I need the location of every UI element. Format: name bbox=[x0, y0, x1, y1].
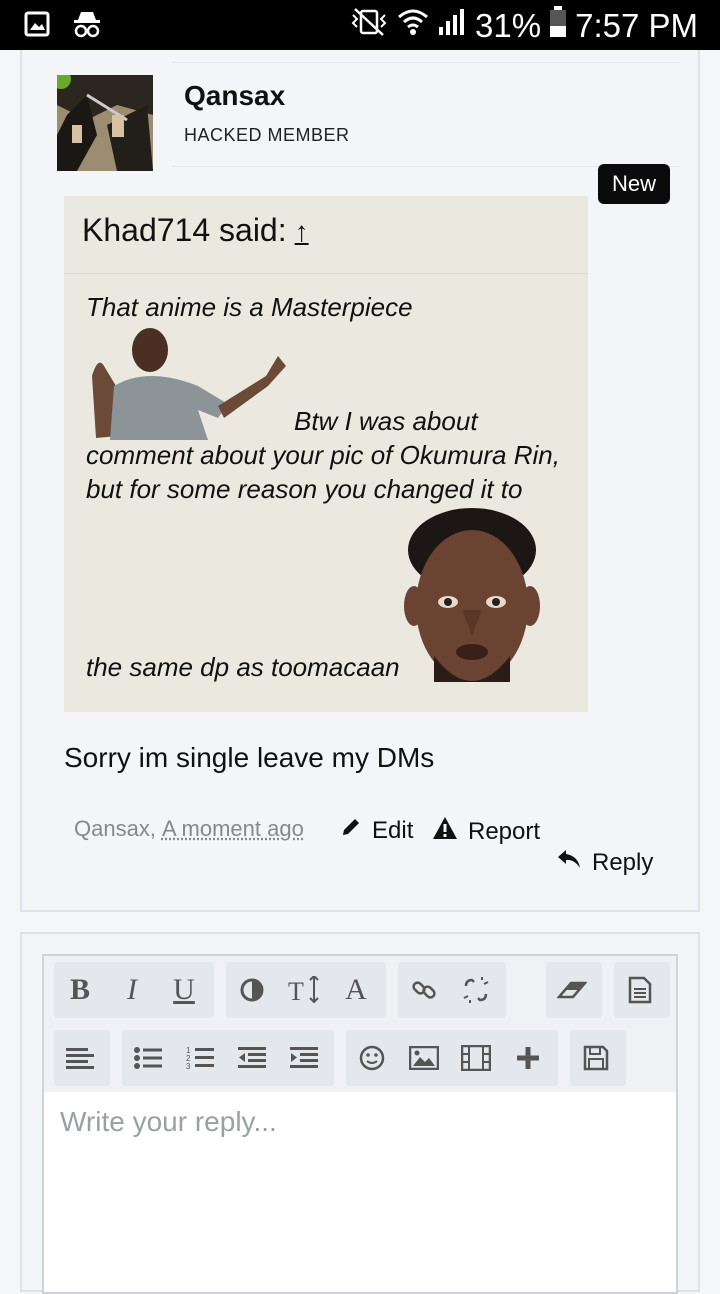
jump-to-quote-icon[interactable]: ↑ bbox=[295, 216, 309, 247]
quote-line: That anime is a Masterpiece bbox=[86, 292, 413, 322]
toolbar-group-style: T A bbox=[226, 962, 386, 1018]
incognito-icon bbox=[72, 10, 102, 42]
toolbar-group-lists: 123 bbox=[122, 1030, 334, 1086]
signal-icon bbox=[437, 7, 467, 45]
user-title: HACKED MEMBER bbox=[184, 125, 350, 145]
quote-author-label: Khad714 said: bbox=[82, 212, 287, 248]
quick-reply: B I U T A 1 2 3 Write your reply... bbox=[20, 932, 700, 1294]
report-button[interactable]: Report bbox=[432, 816, 540, 847]
editor-toolbar: B I U T A 1 2 3 bbox=[44, 956, 676, 1092]
svg-text:T: T bbox=[288, 977, 304, 1004]
forum-post: Qansax HACKED MEMBER New Khad714 said: ↑ … bbox=[20, 50, 700, 912]
document-icon[interactable] bbox=[614, 962, 666, 1018]
toolbar-group-align bbox=[54, 1030, 110, 1086]
clock: 7:57 PM bbox=[575, 7, 698, 44]
quote-block: Khad714 said: ↑ That anime is a Masterpie… bbox=[64, 196, 588, 712]
post-timestamp[interactable]: A moment ago bbox=[162, 816, 304, 842]
reply-button[interactable]: Reply bbox=[556, 848, 653, 877]
user-info: Qansax HACKED MEMBER bbox=[172, 62, 680, 167]
italic-icon[interactable]: I bbox=[106, 962, 158, 1018]
edit-label: Edit bbox=[372, 816, 414, 844]
username-link[interactable]: Qansax bbox=[184, 80, 285, 112]
bold-icon[interactable]: B bbox=[54, 962, 106, 1018]
quote-line: comment about your pic of Okumura Rin, bbox=[86, 440, 560, 470]
color-icon[interactable] bbox=[226, 962, 278, 1018]
link-icon[interactable] bbox=[398, 962, 450, 1018]
font-family-icon[interactable]: A bbox=[330, 962, 382, 1018]
post-author-link[interactable]: Qansax, bbox=[74, 816, 156, 842]
wifi-icon bbox=[397, 7, 429, 45]
quote-author[interactable]: Khad714 said: ↑ bbox=[82, 212, 309, 249]
align-left-icon[interactable] bbox=[54, 1030, 106, 1086]
toolbar-group-draft bbox=[570, 1030, 626, 1086]
mute-vibrate-icon bbox=[349, 7, 389, 45]
media-icon[interactable] bbox=[450, 1030, 502, 1086]
image-icon[interactable] bbox=[398, 1030, 450, 1086]
gallery-notification-icon bbox=[24, 11, 50, 41]
underline-icon[interactable]: U bbox=[158, 962, 210, 1018]
quote-header: Khad714 said: ↑ bbox=[64, 196, 588, 274]
reply-label: Reply bbox=[592, 848, 654, 876]
meme-image-face bbox=[404, 506, 540, 688]
plus-icon[interactable] bbox=[502, 1030, 554, 1086]
save-draft-icon[interactable] bbox=[570, 1030, 622, 1086]
toolbar-group-clear bbox=[546, 962, 602, 1018]
reply-input[interactable]: Write your reply... bbox=[60, 1106, 277, 1138]
meme-image-arms-raised bbox=[88, 326, 288, 442]
reply-editor: B I U T A 1 2 3 Write your reply... bbox=[42, 954, 678, 1294]
toolbar-group-insert bbox=[346, 1030, 558, 1086]
post-meta: Qansax, A moment ago bbox=[74, 816, 304, 842]
reply-arrow-icon bbox=[556, 848, 582, 877]
avatar[interactable] bbox=[57, 75, 153, 171]
new-badge: New bbox=[598, 164, 670, 204]
numbered-list-icon[interactable]: 123 bbox=[174, 1030, 226, 1086]
quote-line: the same dp as toomacaan bbox=[86, 652, 400, 682]
pencil-icon bbox=[340, 816, 362, 845]
svg-text:3: 3 bbox=[186, 1062, 191, 1071]
toolbar-group-source bbox=[614, 962, 670, 1018]
unlink-icon[interactable] bbox=[450, 962, 502, 1018]
status-bar: 31% 7:57 PM bbox=[0, 0, 720, 50]
eraser-icon[interactable] bbox=[546, 962, 598, 1018]
indent-icon[interactable] bbox=[278, 1030, 330, 1086]
post-body: Sorry im single leave my DMs bbox=[64, 742, 435, 773]
font-size-icon[interactable]: T bbox=[278, 962, 330, 1018]
battery-percent: 31% bbox=[475, 7, 542, 44]
toolbar-group-format: B I U bbox=[54, 962, 214, 1018]
quote-line: Btw I was about bbox=[294, 406, 478, 436]
toolbar-group-links bbox=[398, 962, 506, 1018]
edit-button[interactable]: Edit bbox=[340, 816, 413, 845]
page: Qansax HACKED MEMBER New Khad714 said: ↑ … bbox=[0, 50, 720, 1294]
bullet-list-icon[interactable] bbox=[122, 1030, 174, 1086]
quote-line: but for some reason you changed it to bbox=[86, 474, 523, 504]
outdent-icon[interactable] bbox=[226, 1030, 278, 1086]
smiley-icon[interactable] bbox=[346, 1030, 398, 1086]
warning-icon bbox=[432, 816, 458, 847]
battery-icon bbox=[549, 6, 567, 46]
report-label: Report bbox=[468, 817, 541, 845]
